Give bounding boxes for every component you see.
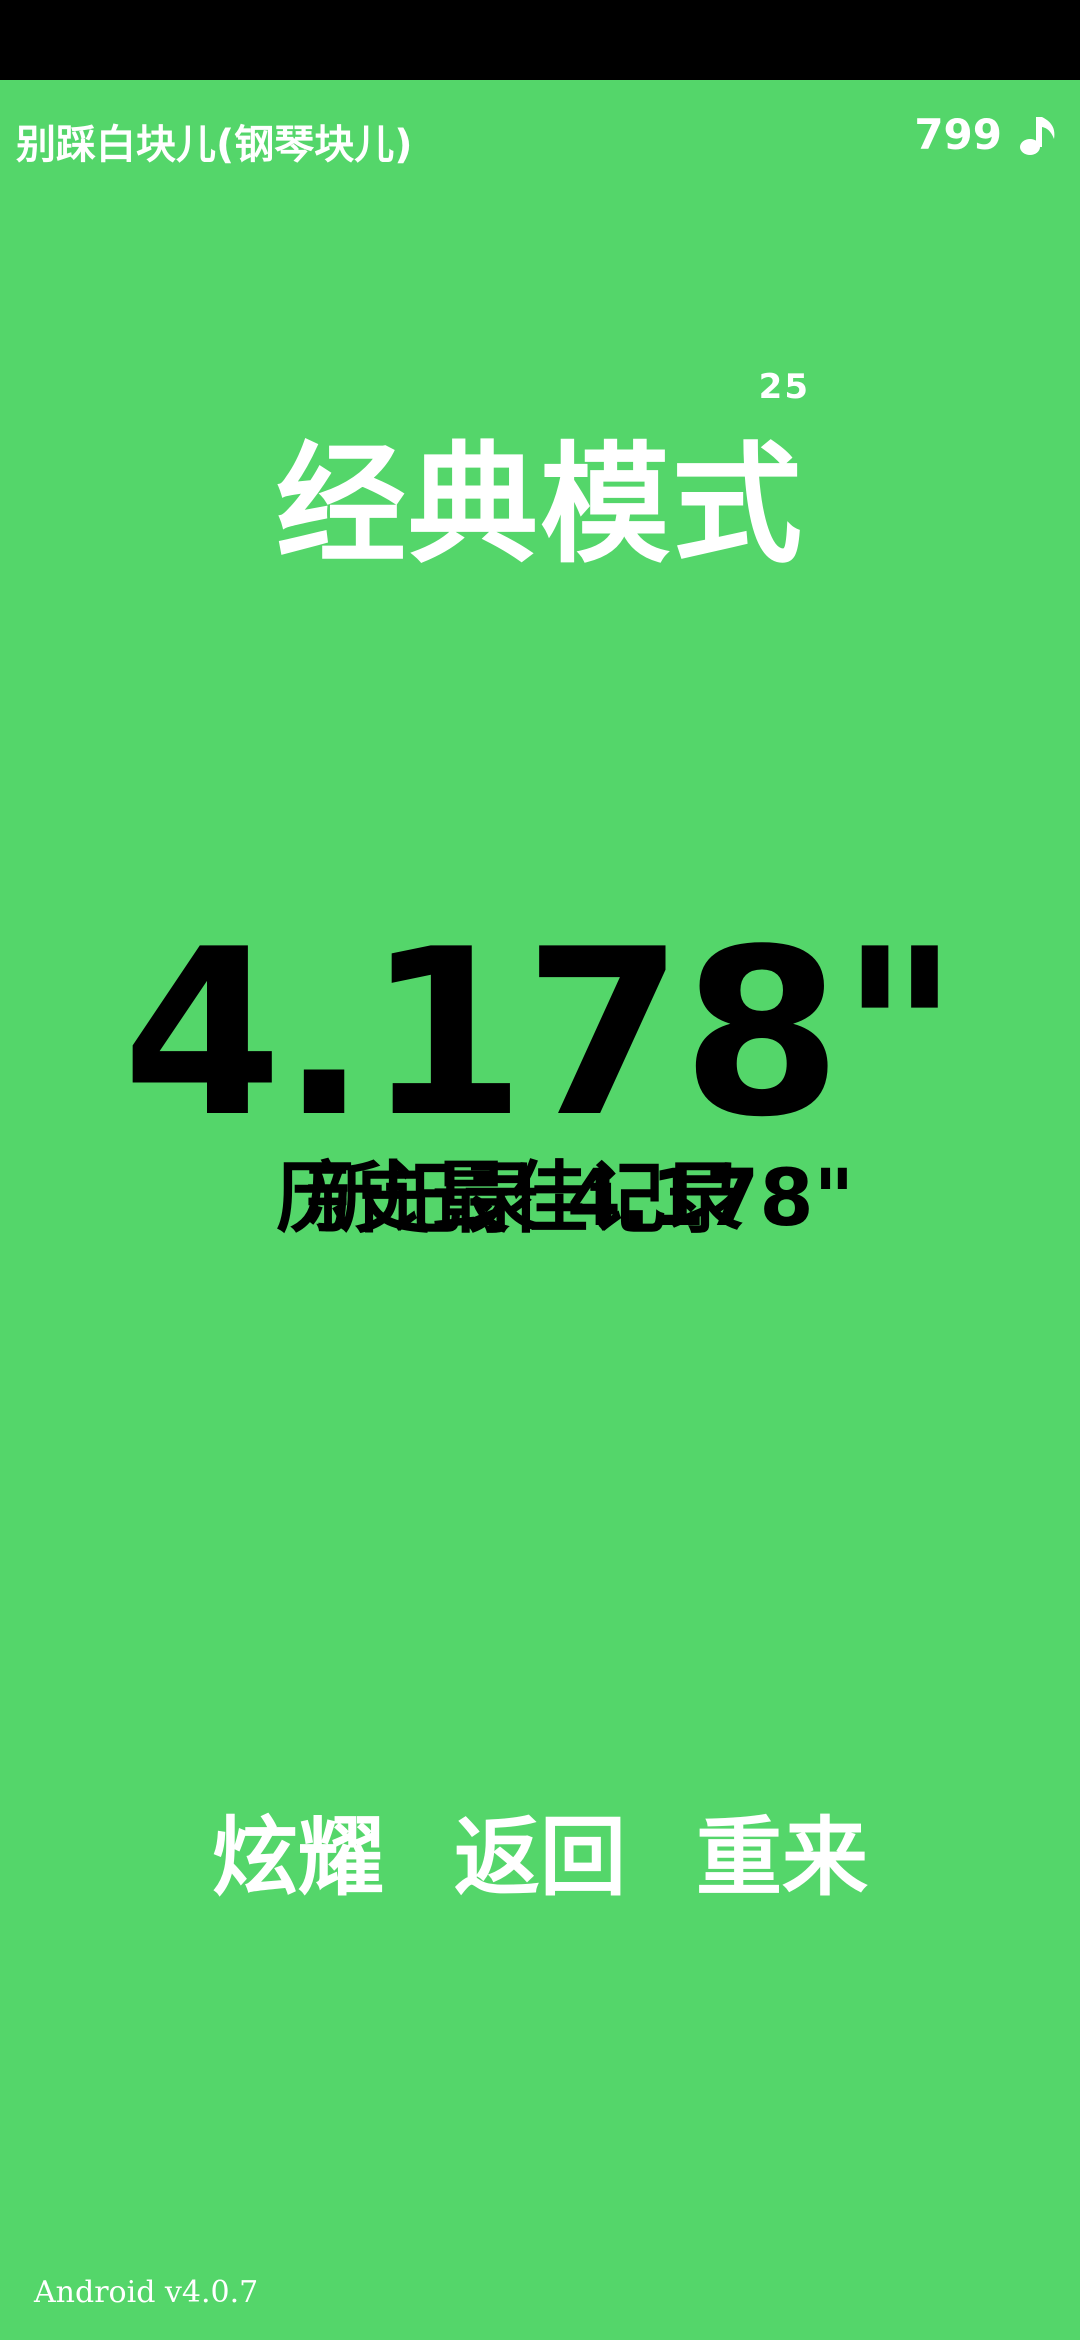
mode-section: 经典模式 25	[0, 370, 1080, 570]
new-record-label: 新记录 4.178"	[305, 1154, 855, 1244]
version-label: Android v4.0.7	[34, 2275, 259, 2310]
coin-count: 799	[914, 110, 1002, 159]
result-screen: 别踩白块儿(钢琴块儿) 799 经典模式 25 4.178" 历史最佳记录 新记…	[0, 80, 1080, 2340]
coin-counter: 799	[914, 110, 1064, 159]
music-note-icon	[1020, 116, 1055, 155]
status-bar	[0, 0, 1080, 80]
mode-title: 经典模式 25	[276, 370, 808, 570]
mode-title-text: 经典模式	[275, 429, 804, 581]
record-section: 历史最佳记录 新记录 4.178"	[0, 1160, 1080, 1270]
back-button[interactable]: 返回	[454, 1815, 626, 1901]
action-buttons: 炫耀 返回 重来	[0, 1815, 1080, 1901]
score-value: 4.178"	[122, 901, 959, 1168]
mode-badge: 25	[758, 367, 810, 407]
app-title: 别踩白块儿(钢琴块儿)	[16, 122, 413, 168]
retry-button[interactable]: 重来	[696, 1815, 868, 1901]
share-button[interactable]: 炫耀	[212, 1815, 384, 1901]
